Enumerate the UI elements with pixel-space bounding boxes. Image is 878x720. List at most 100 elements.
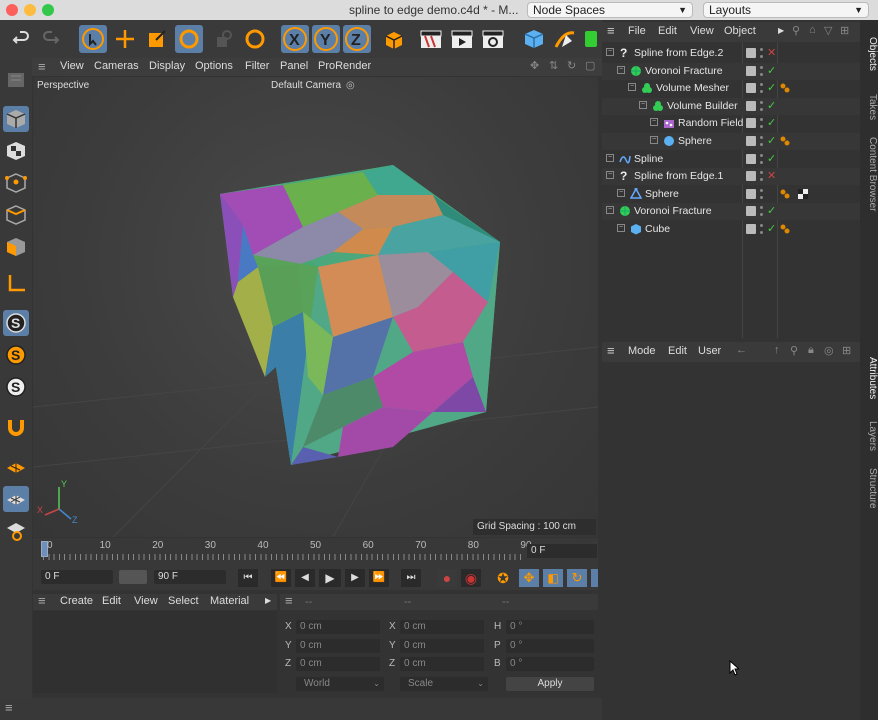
menu-view[interactable]: View: [690, 25, 714, 37]
enabled-check-icon[interactable]: ✓: [767, 99, 776, 112]
filter-icon[interactable]: ▽: [824, 24, 832, 37]
chevron-right-icon[interactable]: ▶: [265, 596, 271, 605]
object-row[interactable]: − Sphere ✓: [602, 133, 860, 150]
x-axis-button[interactable]: X: [281, 25, 309, 53]
expand-toggle-icon[interactable]: −: [617, 65, 625, 74]
visibility-dots-icon[interactable]: [760, 47, 763, 59]
tab-attributes[interactable]: Attributes: [860, 346, 878, 410]
scale-dropdown[interactable]: Scale ⌄: [400, 677, 488, 691]
object-row[interactable]: − Voronoi Fracture ✓: [602, 62, 860, 80]
workplane-button[interactable]: [3, 454, 29, 480]
zoom-window-button[interactable]: [42, 4, 54, 16]
texture-mode-button[interactable]: [3, 138, 29, 164]
texture-tag-icon[interactable]: [798, 188, 808, 199]
enabled-check-icon[interactable]: ✓: [767, 204, 776, 217]
expand-toggle-icon[interactable]: −: [617, 188, 625, 197]
layer-checkbox[interactable]: [746, 118, 756, 129]
menu-mode[interactable]: Mode: [628, 345, 656, 357]
undo-button[interactable]: [7, 25, 35, 53]
menu-object[interactable]: Object: [724, 25, 756, 37]
layer-checkbox[interactable]: [746, 48, 756, 58]
hamburger-icon[interactable]: ≡: [38, 593, 46, 608]
position-x-field[interactable]: 0 cm: [296, 620, 380, 634]
close-window-button[interactable]: [6, 4, 18, 16]
minimize-window-button[interactable]: [24, 4, 36, 16]
select-tool-button[interactable]: [79, 25, 107, 53]
menu-filter[interactable]: Filter: [245, 60, 269, 72]
node-spaces-dropdown[interactable]: Node Spaces ▼: [527, 2, 693, 18]
layer-checkbox[interactable]: [746, 65, 756, 76]
menu-view[interactable]: View: [134, 595, 158, 607]
rotate-view-icon[interactable]: ↻: [567, 59, 576, 72]
chevron-right-icon[interactable]: ▶: [778, 26, 784, 35]
rotation-p-field[interactable]: 0 °: [506, 639, 594, 653]
object-row[interactable]: − Random Field ✓: [602, 115, 860, 132]
visibility-dots-icon[interactable]: [760, 100, 763, 112]
edges-mode-button[interactable]: [3, 202, 29, 228]
go-to-start-button[interactable]: ⏮: [238, 569, 258, 587]
points-mode-button[interactable]: [3, 170, 29, 196]
expand-toggle-icon[interactable]: −: [606, 171, 614, 180]
object-row[interactable]: −? Spline from Edge.1 ✕: [602, 168, 860, 186]
key-parameter-button[interactable]: [591, 569, 598, 587]
start-frame-field[interactable]: 0 F: [41, 570, 113, 584]
z-axis-button[interactable]: Z: [343, 25, 371, 53]
range-slider-handle[interactable]: [119, 570, 147, 584]
lock-icon[interactable]: 🔒︎: [808, 344, 814, 357]
render-settings-button[interactable]: [479, 25, 507, 53]
menu-prorender[interactable]: ProRender: [318, 60, 371, 72]
hamburger-icon[interactable]: ≡: [285, 593, 293, 608]
render-to-picture-viewer-button[interactable]: [448, 25, 476, 53]
enabled-check-icon[interactable]: ✓: [767, 64, 776, 77]
object-row[interactable]: −? Spline from Edge.2 ✕: [602, 45, 860, 62]
render-view-button[interactable]: [417, 25, 445, 53]
visibility-dots-icon[interactable]: [760, 65, 763, 77]
menu-edit[interactable]: Edit: [102, 595, 121, 607]
disabled-x-icon[interactable]: ✕: [767, 169, 776, 182]
generator-button[interactable]: [578, 25, 600, 53]
visibility-dots-icon[interactable]: [760, 188, 763, 200]
menu-display[interactable]: Display: [149, 60, 185, 72]
keyframe-selection-icon[interactable]: ✪: [493, 569, 513, 587]
layer-checkbox[interactable]: [746, 224, 756, 234]
object-row[interactable]: − Volume Builder ✓: [602, 97, 860, 115]
tag-icon[interactable]: [780, 136, 790, 146]
viewport[interactable]: Perspective Default Camera ◎ Y X Z Grid …: [33, 77, 598, 537]
material-area[interactable]: [33, 611, 277, 693]
tab-layers[interactable]: Layers: [860, 416, 878, 456]
cube-primitive-button[interactable]: [520, 25, 548, 53]
key-position-button[interactable]: ✥: [519, 569, 539, 587]
visibility-dots-icon[interactable]: [760, 82, 763, 94]
end-frame-field[interactable]: 90 F: [154, 570, 226, 584]
tab-takes[interactable]: Takes: [860, 90, 878, 124]
tag-icon[interactable]: [780, 224, 790, 234]
hamburger-icon[interactable]: ≡: [607, 343, 615, 358]
snap-solo-button[interactable]: S: [3, 310, 29, 336]
search-icon[interactable]: ⚲: [792, 24, 800, 37]
layer-checkbox[interactable]: [746, 171, 756, 182]
pan-view-icon[interactable]: ✥: [530, 59, 539, 72]
menu-view[interactable]: View: [60, 60, 84, 72]
redo-button[interactable]: [37, 25, 65, 53]
solo-hierarchy-button[interactable]: S: [3, 342, 29, 368]
enabled-check-icon[interactable]: ✓: [767, 222, 776, 235]
play-button[interactable]: ▶: [319, 569, 341, 587]
current-frame-field[interactable]: 0 F: [527, 544, 597, 558]
rotate-tool-button[interactable]: [175, 25, 203, 53]
layer-checkbox[interactable]: [746, 188, 756, 199]
expand-toggle-icon[interactable]: −: [650, 118, 658, 127]
key-scale-button[interactable]: ◧: [543, 569, 563, 587]
target-icon[interactable]: ◎: [824, 344, 834, 357]
add-panel-icon[interactable]: ⊞: [840, 24, 849, 37]
menu-material[interactable]: Material: [210, 595, 249, 607]
object-row[interactable]: − Sphere: [602, 186, 860, 203]
zoom-view-icon[interactable]: ⇅: [549, 59, 558, 72]
visibility-dots-icon[interactable]: [760, 117, 763, 129]
timeline[interactable]: 0 10 20 30 40 50 60 70 80 90 0 F: [33, 538, 598, 566]
size-y-field[interactable]: 0 cm: [400, 639, 484, 653]
menu-cameras[interactable]: Cameras: [94, 60, 139, 72]
key-rotation-button[interactable]: ↻: [567, 569, 587, 587]
layer-checkbox[interactable]: [746, 83, 756, 94]
visibility-dots-icon[interactable]: [760, 205, 763, 217]
go-to-end-button[interactable]: ⏭: [401, 569, 421, 587]
